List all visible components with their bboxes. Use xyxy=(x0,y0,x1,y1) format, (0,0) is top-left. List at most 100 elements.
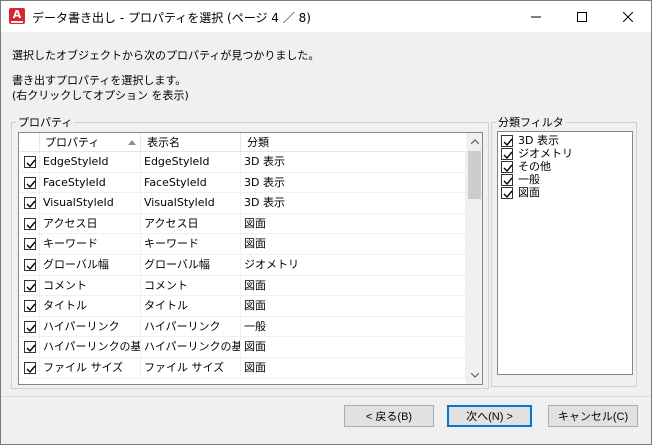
table-row[interactable]: FaceStyleId FaceStyleId 3D 表示 xyxy=(19,172,466,194)
column-header-display-name[interactable]: 表示名 xyxy=(141,133,241,152)
app-icon-letter: A xyxy=(12,8,22,21)
row-checkbox[interactable] xyxy=(24,258,36,271)
chevron-up-icon xyxy=(470,139,479,144)
row-checkbox-cell[interactable] xyxy=(19,357,40,378)
checkmark-icon xyxy=(26,159,36,168)
property-cell: ハイパーリンク xyxy=(40,316,141,337)
close-icon xyxy=(623,11,633,22)
table-row[interactable]: アクセス日 アクセス日 図面 xyxy=(19,213,466,235)
row-checkbox-cell[interactable] xyxy=(19,275,40,296)
table-row[interactable]: キーワード キーワード 図面 xyxy=(19,234,466,255)
checkmark-icon xyxy=(503,138,513,147)
title-bar[interactable]: A データ書き出し - プロパティを選択 (ページ 4 ／ 8) xyxy=(1,1,651,32)
vertical-scrollbar[interactable] xyxy=(466,133,482,384)
property-cell: ファイル サイズ xyxy=(40,357,141,378)
minimize-button[interactable] xyxy=(513,1,559,32)
column-header-property[interactable]: プロパティ xyxy=(40,133,141,152)
found-properties-message: 選択したオブジェクトから次のプロパティが見つかりました。 xyxy=(12,49,320,62)
next-button[interactable]: 次へ(N) > xyxy=(447,405,532,427)
checkmark-icon xyxy=(26,365,36,373)
row-checkbox[interactable] xyxy=(24,320,36,333)
row-checkbox[interactable] xyxy=(24,238,36,251)
row-checkbox-cell[interactable] xyxy=(19,316,40,337)
row-checkbox-cell[interactable] xyxy=(19,172,40,193)
table-row[interactable]: ハイパーリンク ハイパーリンク 一般 xyxy=(19,316,466,338)
category-cell: 図面 xyxy=(241,357,466,378)
property-cell: ハイパーリンクの基... xyxy=(40,337,141,358)
display-name-cell[interactable]: ファイル サイズ xyxy=(141,357,241,378)
filter-checkbox[interactable] xyxy=(501,161,513,173)
display-name-cell[interactable]: アクセス日 xyxy=(141,213,241,234)
maximize-button[interactable] xyxy=(559,1,605,32)
display-name-cell[interactable]: ハイパーリンク xyxy=(141,316,241,337)
row-checkbox-cell[interactable] xyxy=(19,296,40,317)
row-checkbox[interactable] xyxy=(24,341,36,354)
sort-ascending-icon xyxy=(128,140,136,145)
category-cell: 図面 xyxy=(241,234,466,255)
display-name-cell[interactable]: FaceStyleId xyxy=(141,172,241,193)
checkmark-icon xyxy=(26,221,36,229)
scroll-up-button[interactable] xyxy=(466,133,482,150)
scroll-down-button[interactable] xyxy=(466,367,482,384)
filter-item-label: ジオメトリ xyxy=(518,147,573,160)
display-name-cell[interactable]: グローバル幅 xyxy=(141,254,241,275)
table-row[interactable]: EdgeStyleId EdgeStyleId 3D 表示 xyxy=(19,152,466,173)
filter-item-label: 一般 xyxy=(518,173,540,186)
category-cell: 一般 xyxy=(241,316,466,337)
filter-item-label: その他 xyxy=(518,160,551,173)
checkmark-icon xyxy=(26,344,36,353)
row-checkbox-cell[interactable] xyxy=(19,254,40,275)
row-checkbox[interactable] xyxy=(24,361,36,374)
category-filter-list[interactable]: 3D 表示 ジオメトリ その他 一般 図面 xyxy=(497,131,633,375)
table-row[interactable]: コメント コメント 図面 xyxy=(19,275,466,297)
row-checkbox[interactable] xyxy=(24,156,36,168)
property-cell: グローバル幅 xyxy=(40,254,141,275)
row-checkbox[interactable] xyxy=(24,176,36,189)
display-name-cell[interactable]: VisualStyleId xyxy=(141,193,241,214)
display-name-cell[interactable]: タイトル xyxy=(141,296,241,317)
category-cell: ジオメトリ xyxy=(241,254,466,275)
table-row[interactable]: タイトル タイトル 図面 xyxy=(19,296,466,317)
cancel-button[interactable]: キャンセル(C) xyxy=(548,405,638,427)
filter-checkbox[interactable] xyxy=(501,135,513,147)
display-name-cell[interactable]: キーワード xyxy=(141,234,241,255)
row-checkbox-cell[interactable] xyxy=(19,193,40,214)
maximize-icon xyxy=(577,11,587,22)
row-checkbox[interactable] xyxy=(24,279,36,292)
column-header-category[interactable]: 分類 xyxy=(241,133,466,152)
select-properties-instruction: 書き出すプロパティを選択します。 xyxy=(12,74,187,87)
row-checkbox-cell[interactable] xyxy=(19,337,40,358)
display-name-cell[interactable]: EdgeStyleId xyxy=(141,152,241,172)
category-cell: 3D 表示 xyxy=(241,152,466,172)
checkmark-icon xyxy=(503,190,513,199)
close-button[interactable] xyxy=(605,1,651,32)
display-name-cell[interactable]: コメント xyxy=(141,275,241,296)
row-checkbox-cell[interactable] xyxy=(19,152,40,172)
row-checkbox[interactable] xyxy=(24,217,36,230)
filter-checkbox[interactable] xyxy=(501,187,513,199)
row-checkbox-cell[interactable] xyxy=(19,213,40,234)
right-click-hint: (右クリックしてオプション を表示) xyxy=(12,89,189,102)
properties-grid[interactable]: プロパティ 表示名 分類 EdgeStyleId EdgeStyleId 3D … xyxy=(18,132,483,385)
checkmark-icon xyxy=(26,241,36,250)
row-checkbox[interactable] xyxy=(24,197,36,210)
filter-checkbox[interactable] xyxy=(501,148,513,160)
scrollbar-thumb[interactable] xyxy=(468,151,481,199)
row-checkbox-cell[interactable] xyxy=(19,234,40,255)
property-cell: EdgeStyleId xyxy=(40,152,141,172)
filter-checkbox[interactable] xyxy=(501,174,513,186)
property-cell: VisualStyleId xyxy=(40,193,141,214)
row-checkbox[interactable] xyxy=(24,300,36,313)
table-row[interactable]: グローバル幅 グローバル幅 ジオメトリ xyxy=(19,254,466,276)
checkmark-icon xyxy=(503,151,513,160)
property-cell: FaceStyleId xyxy=(40,172,141,193)
table-row[interactable]: ファイル サイズ ファイル サイズ 図面 xyxy=(19,357,466,379)
filter-item-label: 図面 xyxy=(518,186,540,199)
back-button[interactable]: < 戻る(B) xyxy=(344,405,434,427)
property-cell: キーワード xyxy=(40,234,141,255)
display-name-cell[interactable]: ハイパーリンクの基... xyxy=(141,337,241,358)
category-cell: 図面 xyxy=(241,275,466,296)
table-row[interactable]: VisualStyleId VisualStyleId 3D 表示 xyxy=(19,193,466,214)
header-checkbox-column[interactable] xyxy=(19,133,40,152)
table-row[interactable]: ハイパーリンクの基... ハイパーリンクの基... 図面 xyxy=(19,337,466,358)
